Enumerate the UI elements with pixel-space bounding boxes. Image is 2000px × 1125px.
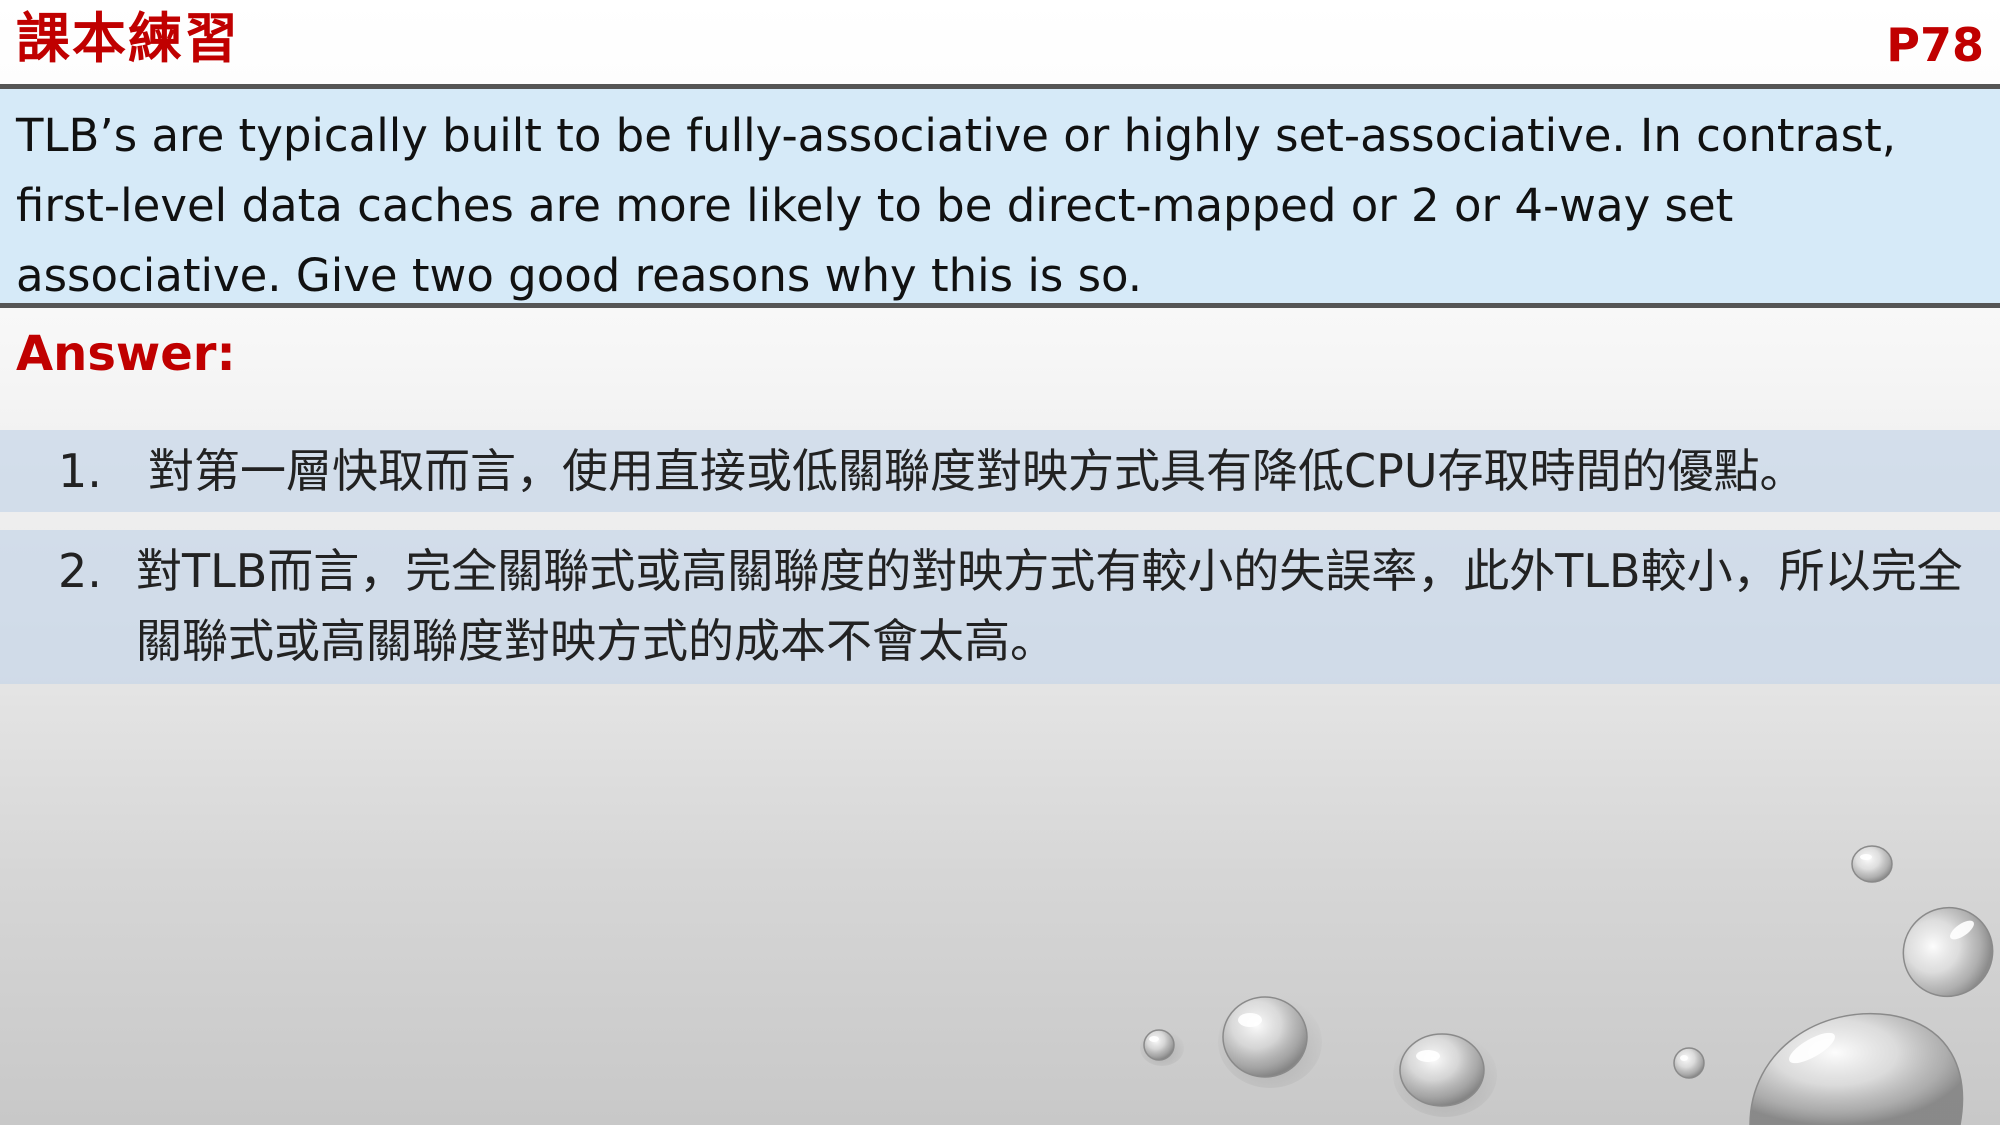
- page-number: P78: [1886, 18, 1984, 72]
- slide: 課本練習 P78 TLB’s are typically built to be…: [0, 0, 2000, 1125]
- droplet: [1140, 1029, 1184, 1066]
- droplet: [1218, 996, 1322, 1088]
- answer-item-number: 2.: [58, 544, 102, 598]
- answer-item: 2. 對TLB而言，完全關聯式或高關聯度的對映方式有較小的失誤率，此外TLB較小…: [0, 530, 2000, 684]
- answer-item: 1. 對第一層快取而言，使用直接或低關聯度對映方式具有降低CPU存取時間的優點。: [0, 430, 2000, 512]
- answer-item-number: 1.: [58, 444, 102, 498]
- answer-item-text: 對TLB而言，完全關聯式或高關聯度的對映方式有較小的失誤率，此外TLB較小，所以…: [136, 544, 1963, 668]
- question-text: TLB’s are typically built to be fully-as…: [16, 109, 1897, 302]
- droplet: [1749, 1013, 1964, 1125]
- answer-item-text: 對第一層快取而言，使用直接或低關聯度對映方式具有降低CPU存取時間的優點。: [148, 444, 1806, 498]
- slide-title: 課本練習: [16, 7, 240, 70]
- question-box: TLB’s are typically built to be fully-as…: [0, 84, 2000, 308]
- droplet: [1851, 845, 1893, 883]
- water-droplets-decoration: [1140, 845, 1994, 1125]
- droplet: [1393, 1033, 1497, 1117]
- droplet: [1902, 906, 1994, 998]
- answer-label: Answer:: [16, 326, 236, 382]
- droplet: [1673, 1047, 1705, 1079]
